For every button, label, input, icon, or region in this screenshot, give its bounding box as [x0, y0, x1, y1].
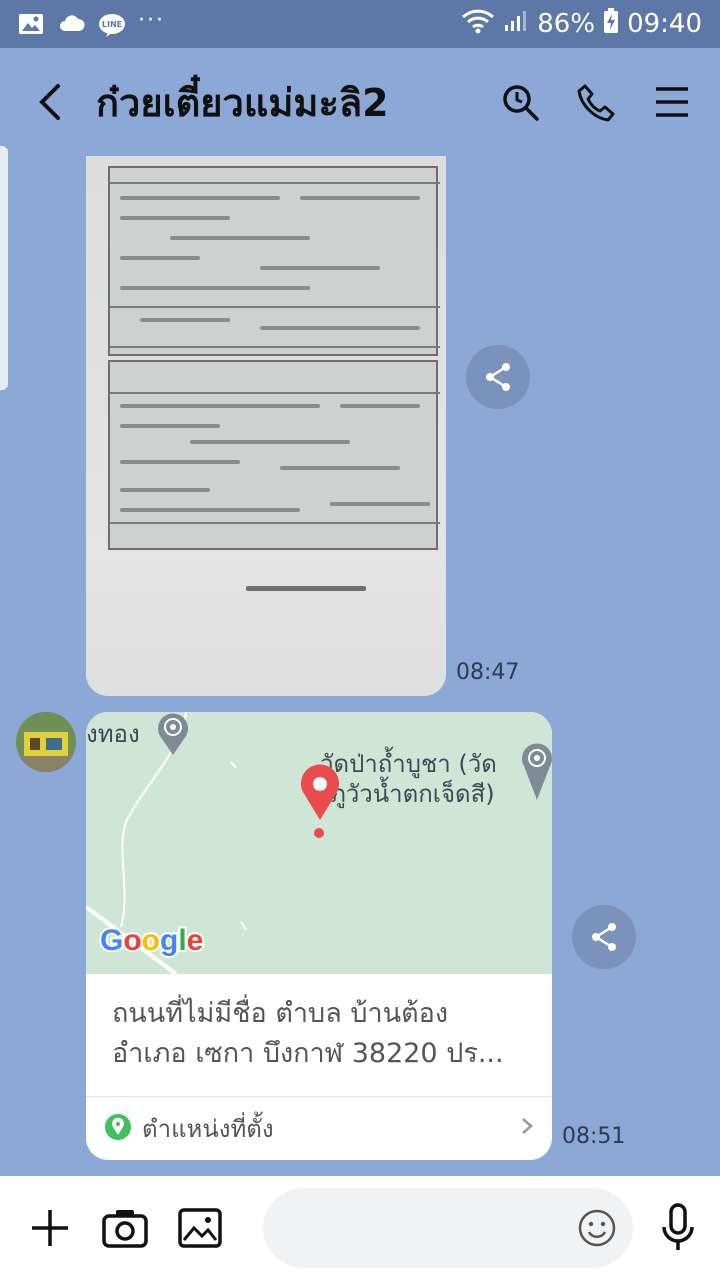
- voice-button[interactable]: [659, 1199, 698, 1257]
- microphone-icon: [662, 1203, 695, 1250]
- location-message[interactable]: งทอง วัดป่าถ้ำบูชา (วัด ภูวัวน้ำตกเจ็ดสี…: [86, 712, 552, 1160]
- composer-bar: [0, 1176, 720, 1280]
- map-label-place: งทอง: [86, 720, 140, 748]
- chevron-left-icon: [39, 84, 60, 120]
- battery-charging-icon: [603, 7, 619, 41]
- address-line-2: อำเภอ เซกา บึงกาฬ 38220 ปร...: [112, 1038, 504, 1069]
- map-preview[interactable]: งทอง วัดป่าถ้ำบูชา (วัด ภูวัวน้ำตกเจ็ดสี…: [86, 712, 552, 974]
- chat-title: ก๋วยเตี๋ยวแม่มะลิ2: [96, 80, 389, 125]
- svg-text:Google: Google: [100, 924, 203, 957]
- location-footer-label: ตำแหน่งที่ตั้ง: [142, 1115, 274, 1143]
- back-button[interactable]: [24, 77, 74, 127]
- share-location-button[interactable]: [572, 905, 636, 969]
- menu-icon: [656, 87, 688, 117]
- chat-header: ก๋วยเตี๋ยวแม่มะลิ2: [0, 48, 720, 156]
- battery-percent: 86%: [537, 9, 596, 39]
- map-label-temple-2: ภูวัวน้ำตกเจ็ดสี): [330, 780, 495, 808]
- share-photo-button[interactable]: [466, 345, 530, 409]
- plus-icon: [32, 1210, 69, 1246]
- scroll-handle[interactable]: [0, 146, 8, 390]
- share-icon: [592, 923, 616, 951]
- search-icon: [503, 85, 539, 121]
- clock: 09:40: [627, 9, 702, 39]
- gallery-icon: [18, 13, 44, 35]
- menu-button[interactable]: [648, 78, 696, 126]
- signature: [246, 586, 366, 591]
- avatar[interactable]: [16, 712, 76, 772]
- camera-icon: [102, 1210, 149, 1248]
- add-button[interactable]: [22, 1199, 79, 1257]
- location-pin-icon: [298, 764, 342, 846]
- emoji-button[interactable]: [577, 1208, 617, 1248]
- more-notifications-dots: ···: [138, 7, 165, 33]
- phone-icon: [577, 84, 615, 122]
- document-card-upper: [108, 166, 440, 356]
- google-logo: Google Google: [98, 920, 218, 968]
- wifi-icon: [461, 8, 495, 41]
- location-marker-icon: [104, 1113, 132, 1145]
- avatar-image: [16, 712, 76, 772]
- document-photo: [86, 156, 446, 696]
- share-icon: [486, 363, 510, 391]
- location-footer[interactable]: ตำแหน่งที่ตั้ง: [86, 1096, 552, 1160]
- image-icon: [178, 1208, 223, 1248]
- status-bar: LINE ··· 86% 09:40: [0, 0, 720, 48]
- address-line-1: ถนนที่ไม่มีชื่อ ตำบล บ้านต้อง: [112, 998, 449, 1029]
- search-button[interactable]: [496, 78, 544, 126]
- temple-marker-icon: [156, 712, 190, 760]
- gallery-button[interactable]: [172, 1199, 229, 1257]
- chevron-right-icon: [520, 1116, 534, 1142]
- message-time: 08:47: [456, 660, 520, 685]
- location-address: ถนนที่ไม่มีชื่อ ตำบล บ้านต้อง อำเภอ เซกา…: [112, 994, 532, 1074]
- cloud-icon: [58, 13, 85, 35]
- signal-icon: [503, 9, 529, 40]
- call-button[interactable]: [572, 78, 620, 126]
- message-time: 08:51: [562, 1124, 626, 1149]
- document-card-lower: [108, 360, 440, 550]
- temple-marker-icon: [520, 742, 552, 806]
- line-app-icon: LINE: [98, 13, 125, 37]
- line-app-text: LINE: [102, 20, 122, 29]
- smiley-icon: [578, 1209, 616, 1247]
- photo-message[interactable]: [86, 156, 446, 696]
- camera-button[interactable]: [97, 1199, 154, 1257]
